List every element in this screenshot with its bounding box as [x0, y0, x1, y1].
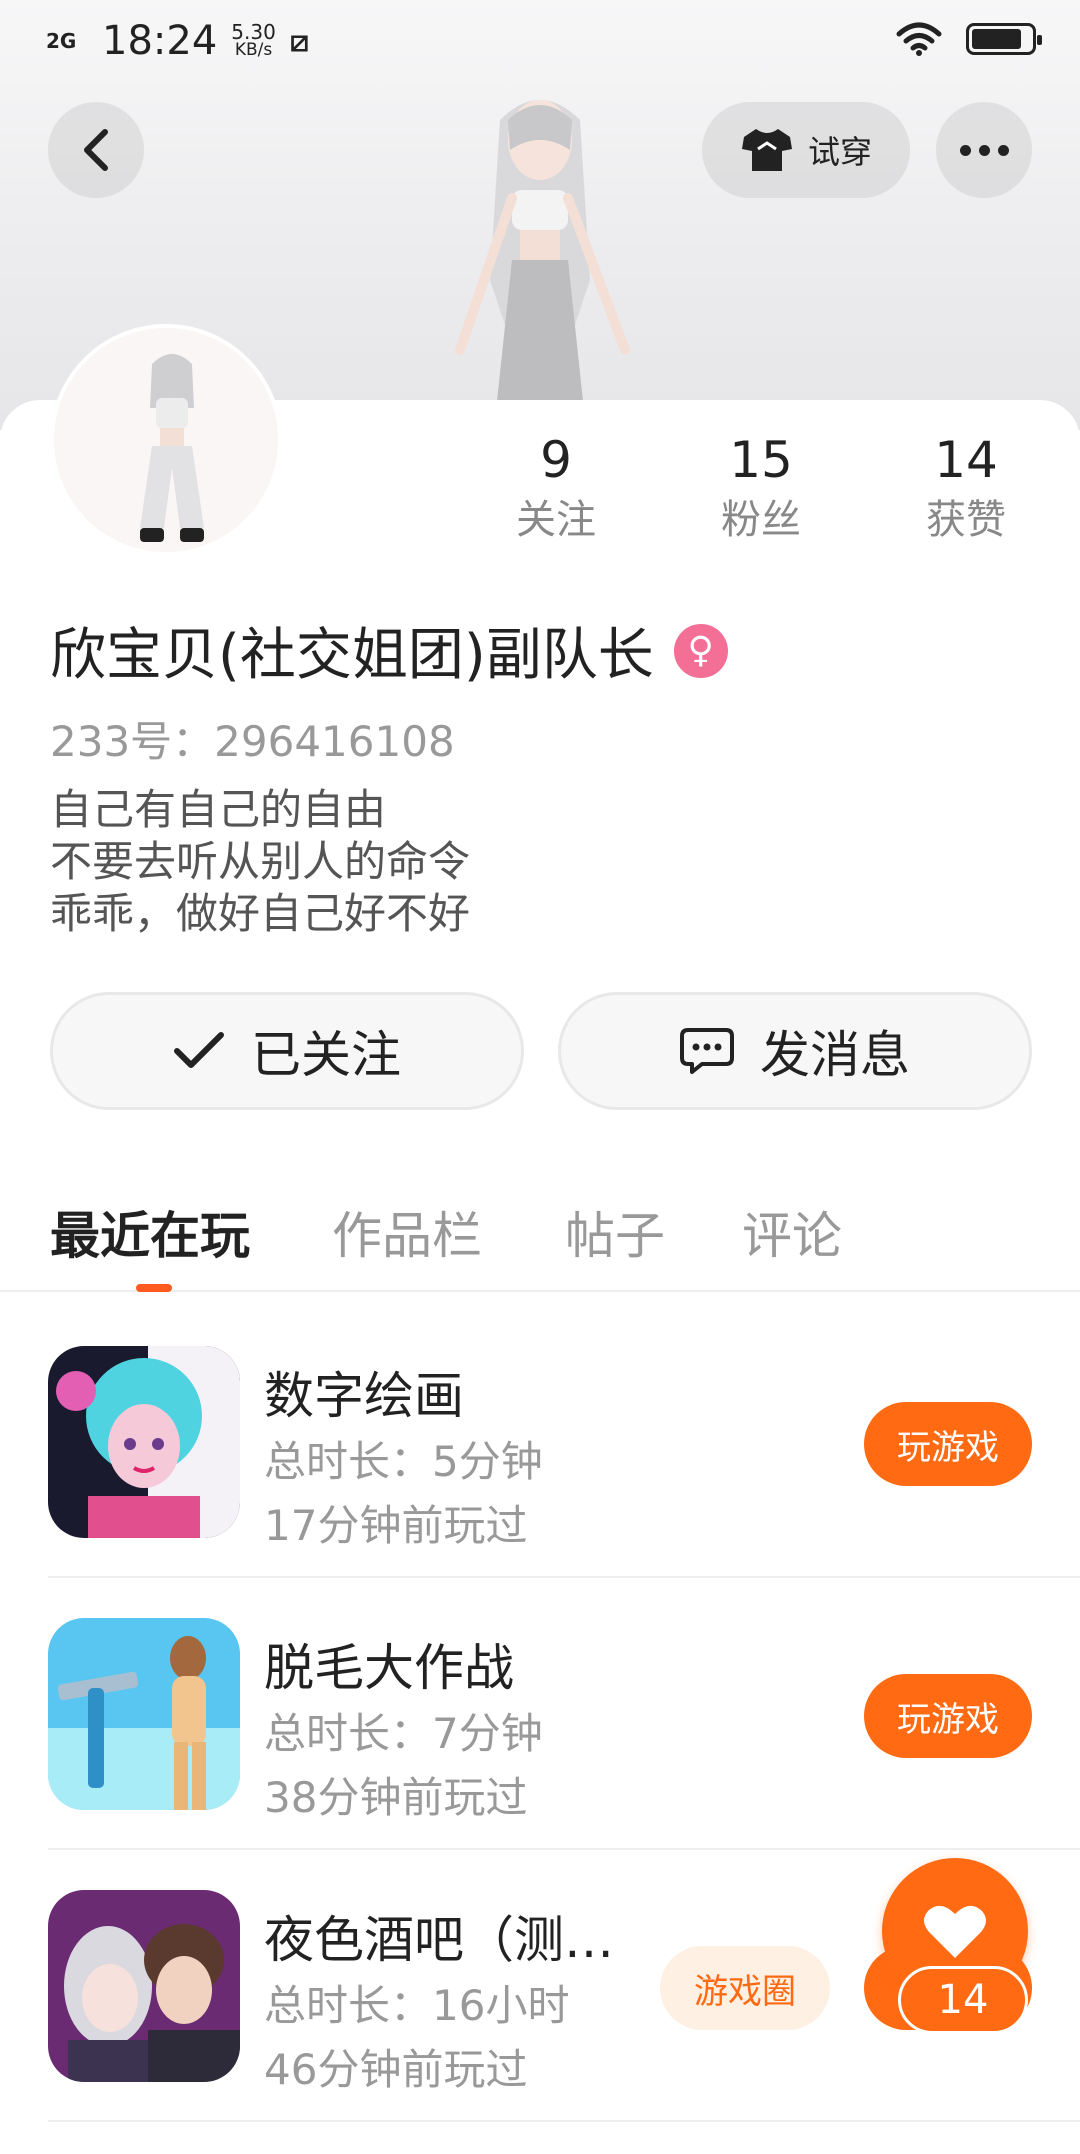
tab-bar: 最近在玩 作品栏 帖子 评论 [0, 1160, 1080, 1292]
stat-likes[interactable]: 14 获赞 [886, 430, 1046, 550]
bio-line: 不要去听从别人的命令 [50, 837, 471, 886]
message-button[interactable]: 发消息 [558, 992, 1032, 1110]
stat-value: 15 [729, 431, 793, 489]
back-button[interactable] [48, 102, 144, 198]
stat-value: 14 [934, 431, 998, 489]
stat-fans[interactable]: 15 粉丝 [681, 430, 841, 550]
tab-comments[interactable]: 评论 [742, 1196, 842, 1268]
game-icon-hair-removal[interactable] [48, 1618, 240, 1810]
stat-value: 9 [540, 431, 572, 489]
play-game-button[interactable]: 玩游戏 [864, 1674, 1032, 1758]
tab-recently-played[interactable]: 最近在玩 [50, 1196, 250, 1268]
game-title: 数字绘画 [264, 1367, 464, 1425]
signal-indicator: 2G [46, 29, 77, 53]
network-speed: 5.30 KB/s [231, 20, 276, 60]
game-row[interactable]: 数字绘画 总时长：5分钟 17分钟前玩过 玩游戏 [48, 1306, 1080, 1578]
nickname-row: 欣宝贝(社交姐团)副队长 ♀ [50, 610, 728, 691]
like-count-badge: 14 [898, 1966, 1028, 2034]
stat-label: 关注 [516, 497, 596, 543]
game-circle-button[interactable]: 游戏圈 [660, 1946, 830, 2030]
tab-posts[interactable]: 帖子 [565, 1196, 665, 1268]
active-tab-indicator [136, 1284, 172, 1292]
game-duration: 总时长：16小时 [264, 1981, 570, 2030]
battery-icon [966, 23, 1042, 55]
wifi-icon [896, 22, 942, 56]
nickname: 欣宝贝(社交姐团)副队长 [50, 623, 654, 688]
tab-works[interactable]: 作品栏 [332, 1196, 482, 1268]
bio-line: 乖乖，做好自己好不好 [50, 889, 471, 938]
user-id: 233号：296416108 [50, 717, 455, 766]
game-icon-digital-painting[interactable] [48, 1346, 240, 1538]
heart-icon [924, 1905, 986, 1958]
game-title: 脱毛大作战 [264, 1639, 514, 1697]
sim-s-icon: ⧄ [289, 23, 309, 59]
avatar-3d-figure [455, 100, 630, 420]
chat-bubble-icon [680, 1028, 734, 1074]
following-button[interactable]: 已关注 [50, 992, 524, 1110]
try-on-button[interactable]: 试穿 [702, 102, 910, 198]
game-row[interactable]: 脱毛大作战 总时长：7分钟 38分钟前玩过 玩游戏 [48, 1578, 1080, 1850]
following-label: 已关注 [251, 1026, 401, 1084]
stat-following[interactable]: 9 关注 [476, 430, 636, 550]
status-time: 18:24 [102, 18, 218, 64]
game-last-played: 17分钟前玩过 [264, 1501, 528, 1550]
profile-avatar[interactable] [50, 324, 282, 556]
game-duration: 总时长：7分钟 [264, 1709, 543, 1758]
female-gender-icon: ♀ [673, 623, 728, 678]
status-bar: 2G 18:24 5.30 KB/s ⧄ [0, 0, 1080, 90]
stat-label: 粉丝 [721, 497, 801, 543]
game-icon-night-bar[interactable] [48, 1890, 240, 2082]
tshirt-icon [741, 129, 792, 171]
game-title: 夜色酒吧（测… [264, 1911, 614, 1969]
chevron-left-icon [84, 129, 108, 171]
game-duration: 总时长：5分钟 [264, 1437, 543, 1486]
message-label: 发消息 [760, 1026, 910, 1084]
avatar-image [54, 328, 278, 552]
check-icon [174, 1032, 224, 1068]
play-game-button[interactable]: 玩游戏 [864, 1402, 1032, 1486]
more-options-button[interactable] [936, 102, 1032, 198]
game-last-played: 38分钟前玩过 [264, 1773, 528, 1822]
try-on-label: 试穿 [807, 133, 872, 171]
game-last-played: 46分钟前玩过 [264, 2045, 528, 2094]
stat-label: 获赞 [926, 497, 1006, 543]
bio: 自己有自己的自由 不要去听从别人的命令 乖乖，做好自己好不好 [50, 784, 470, 940]
more-dots-icon [959, 144, 971, 156]
bio-line: 自己有自己的自由 [50, 785, 387, 834]
